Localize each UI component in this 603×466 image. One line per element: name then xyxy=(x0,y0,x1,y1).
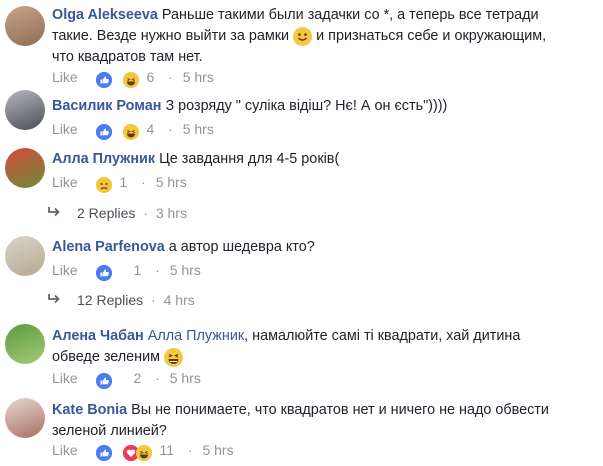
comment-body: З розряду " суліка відіш? Нє! А он єсть"… xyxy=(165,98,448,114)
reactions[interactable] xyxy=(95,120,139,140)
comment-body: Це завдання для 4-5 років( xyxy=(159,151,340,167)
separator-dot: · xyxy=(151,292,156,308)
avatar[interactable] xyxy=(5,148,45,188)
reactions[interactable] xyxy=(95,369,126,389)
comment-actions: Like 6 · 5 hrs xyxy=(52,67,214,88)
reactions[interactable] xyxy=(95,261,126,281)
laugh-icon xyxy=(122,71,139,88)
reaction-count: 2 xyxy=(133,370,142,386)
author-name[interactable]: Алена Чабан xyxy=(52,328,144,344)
sad-icon xyxy=(95,176,112,193)
comment-actions: Like 2 · 5 hrs xyxy=(52,368,201,389)
separator-dot: · xyxy=(155,370,160,386)
comment-body-line2a: такие. Везде нужно выйти за рамки xyxy=(52,28,290,44)
avatar[interactable] xyxy=(5,6,45,46)
reaction-count: 1 xyxy=(133,262,142,278)
reaction-count: 6 xyxy=(146,69,155,85)
replies-time: 3 hrs xyxy=(155,205,187,221)
separator-dot: · xyxy=(155,262,160,278)
separator-dot: · xyxy=(168,121,173,137)
comment-text: Алена Чабан Алла Плужник, намалюйте самі … xyxy=(52,326,592,368)
comment-body-line3: что квадратов там нет. xyxy=(52,49,203,65)
author-name[interactable]: Olga Alekseeva xyxy=(52,7,158,23)
comment-body-line2b: и признаться себе и окружающим, xyxy=(316,28,547,44)
comment-body: а автор шедевра кто? xyxy=(168,239,315,255)
separator-dot: · xyxy=(141,174,146,190)
like-button[interactable]: Like xyxy=(52,442,78,458)
avatar[interactable] xyxy=(5,236,45,276)
comment-actions: Like 4 · 5 hrs xyxy=(52,119,214,140)
separator-dot: · xyxy=(187,442,193,458)
author-name[interactable]: Kate Bonia xyxy=(52,402,127,418)
comment-body-line1: Раньше такими были задачки со *, а тепер… xyxy=(161,7,539,23)
timestamp[interactable]: 5 hrs xyxy=(156,174,187,190)
timestamp[interactable]: 5 hrs xyxy=(170,262,201,278)
like-button[interactable]: Like xyxy=(52,174,78,190)
comment-body-line2: обведе зеленим xyxy=(52,349,161,365)
comment-actions: Like 1 · 5 hrs xyxy=(52,172,187,193)
timestamp[interactable]: 5 hrs xyxy=(183,121,214,137)
like-button[interactable]: Like xyxy=(52,121,78,137)
comment-text: Alena Parfenova а автор шедевра кто? xyxy=(52,237,592,258)
reaction-count: 1 xyxy=(119,174,128,190)
laugh-icon xyxy=(122,123,139,140)
view-replies-link[interactable]: 2 Replies · 3 hrs xyxy=(47,203,187,223)
timestamp[interactable]: 5 hrs xyxy=(183,69,214,85)
smile-emoji-icon xyxy=(293,26,313,46)
reaction-count: 11 xyxy=(159,442,175,458)
reactions[interactable] xyxy=(95,68,139,88)
timestamp[interactable]: 5 hrs xyxy=(170,370,201,386)
reactions[interactable] xyxy=(95,173,112,193)
avatar[interactable] xyxy=(5,398,45,438)
like-icon xyxy=(95,372,112,389)
like-button[interactable]: Like xyxy=(52,262,78,278)
like-icon xyxy=(95,71,112,88)
comment-actions: Like 11 · 5 hrs xyxy=(52,440,234,461)
laughing-emoji-icon xyxy=(164,347,184,367)
reaction-count: 4 xyxy=(146,121,155,137)
comment-actions: Like 1 · 5 hrs xyxy=(52,260,201,281)
reply-arrow-icon xyxy=(47,203,61,223)
avatar[interactable] xyxy=(5,90,45,130)
comment-body-line1: , намалюйте самі ті квадрати, хай дитина xyxy=(244,328,521,344)
like-button[interactable]: Like xyxy=(52,370,78,386)
view-replies-link[interactable]: 12 Replies · 4 hrs xyxy=(47,290,195,310)
comment-text: Алла Плужник Це завдання для 4-5 років( xyxy=(52,149,592,170)
replies-count[interactable]: 2 Replies xyxy=(77,205,135,221)
reply-arrow-icon xyxy=(47,290,61,310)
like-icon xyxy=(95,264,112,281)
separator-dot: · xyxy=(168,69,173,85)
author-name[interactable]: Alena Parfenova xyxy=(52,239,165,255)
replies-count[interactable]: 12 Replies xyxy=(77,292,143,308)
replies-time: 4 hrs xyxy=(163,292,195,308)
comment-text: Kate Bonia Вы не понимаете, что квадратов… xyxy=(52,400,597,442)
reactions[interactable] xyxy=(95,441,152,461)
mention-link[interactable]: Алла Плужник xyxy=(148,328,244,344)
comment-body-line1: Вы не понимаете, что квадратов нет и нич… xyxy=(131,402,549,418)
author-name[interactable]: Василик Роман xyxy=(52,98,161,114)
avatar[interactable] xyxy=(5,324,45,364)
like-button[interactable]: Like xyxy=(52,69,78,85)
comment-text: Olga Alekseeva Раньше такими были задачки… xyxy=(52,5,592,68)
author-name[interactable]: Алла Плужник xyxy=(52,151,155,167)
comment-body-line2: зеленой линией? xyxy=(52,423,167,439)
like-icon xyxy=(95,123,112,140)
timestamp[interactable]: 5 hrs xyxy=(202,442,233,458)
separator-dot: · xyxy=(143,205,148,221)
comment-text: Василик Роман З розряду " суліка відіш? Н… xyxy=(52,96,592,117)
